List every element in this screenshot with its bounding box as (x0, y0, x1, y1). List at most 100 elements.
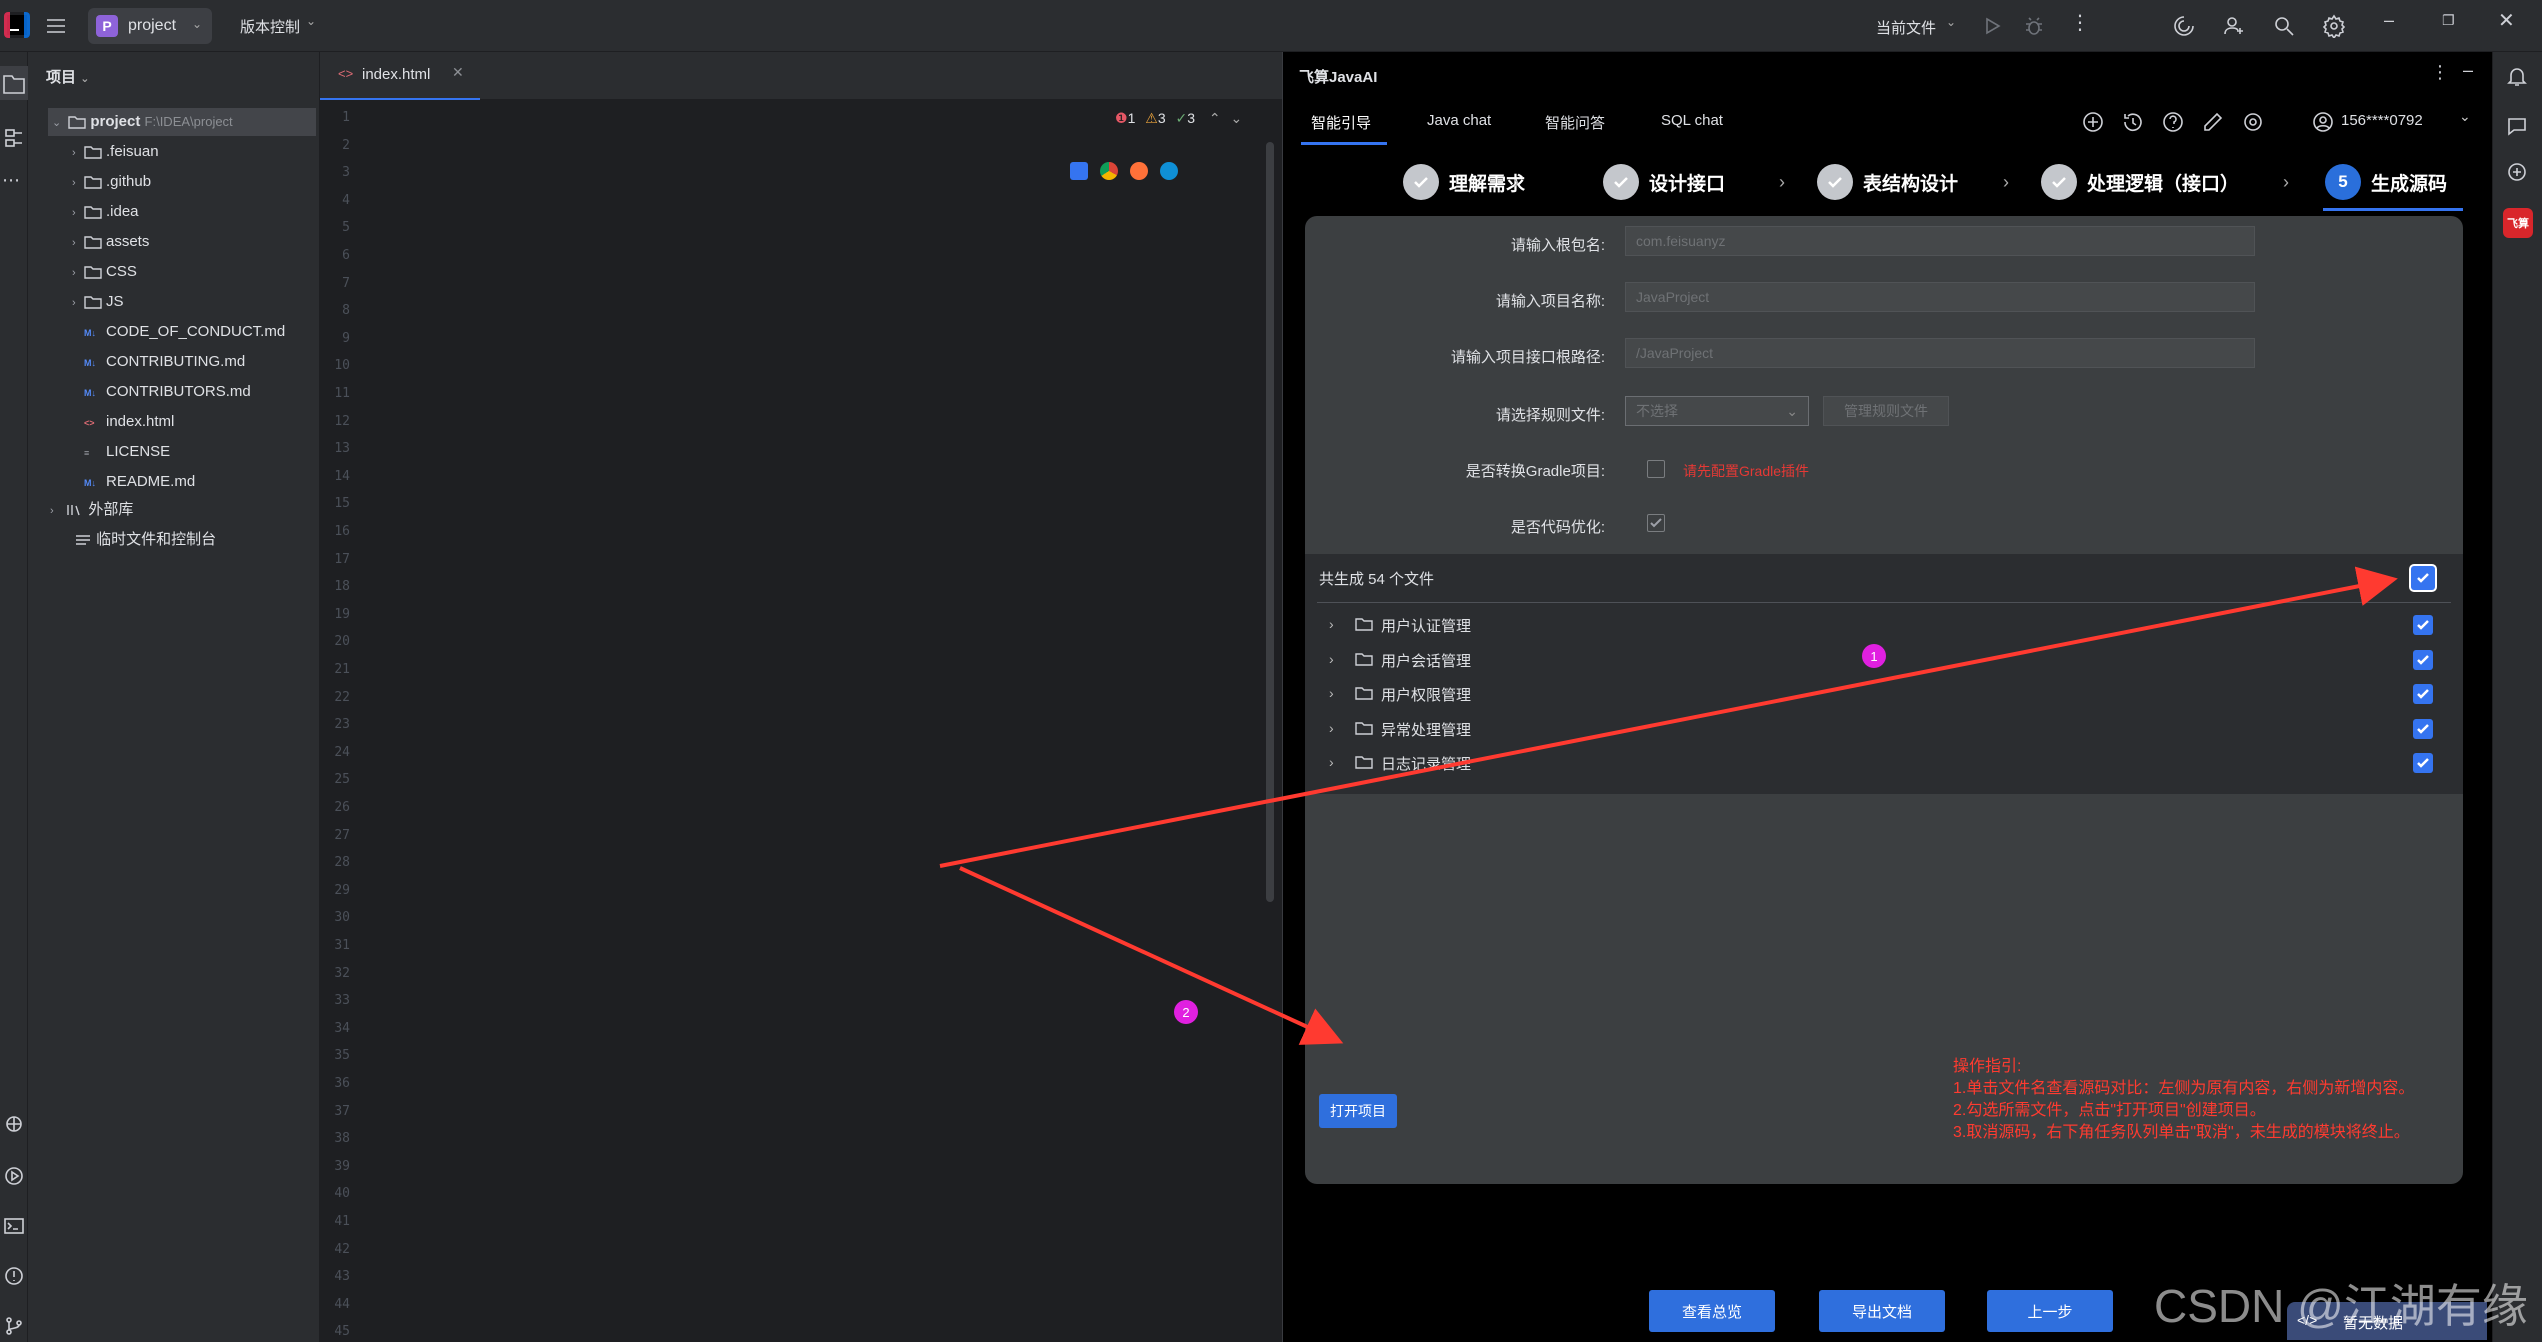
step-1[interactable]: 理解需求 (1403, 162, 1525, 202)
project-tool-icon[interactable] (0, 66, 28, 100)
edit-icon[interactable] (2201, 110, 2225, 134)
file-group-checkbox[interactable] (2413, 649, 2433, 670)
history-icon[interactable] (2121, 110, 2145, 134)
tab-close-icon[interactable]: ✕ (452, 64, 464, 81)
git-icon[interactable] (2, 1314, 26, 1338)
firefox-icon[interactable] (1130, 162, 1148, 180)
tab-sql-chat[interactable]: SQL chat (1661, 112, 1723, 129)
tree-item[interactable]: › .idea (72, 198, 139, 226)
next-highlight-icon[interactable]: ⌄ (1231, 110, 1243, 126)
new-chat-icon[interactable] (2081, 110, 2105, 134)
tree-item[interactable]: › JS (72, 288, 124, 316)
settings-gear-icon[interactable] (2322, 14, 2346, 38)
project-switcher[interactable]: P project ⌄ (88, 8, 212, 44)
tab-java-chat[interactable]: Java chat (1427, 112, 1491, 129)
api-path-input[interactable]: /JavaProject (1625, 338, 2255, 368)
optimize-checkbox[interactable] (1647, 514, 1665, 532)
tree-root[interactable]: ⌄ project F:\IDEA\project (48, 108, 316, 136)
file-group-label[interactable]: 日志记录管理 (1381, 753, 1471, 774)
services-icon[interactable] (2, 1112, 26, 1136)
file-group-row[interactable]: › 异常处理管理 (1305, 712, 2463, 746)
restore-icon[interactable]: ❐ (2442, 12, 2455, 29)
chevron-right-icon[interactable]: › (1329, 685, 1334, 701)
intellij-preview-icon[interactable] (1070, 162, 1088, 180)
minimize-icon[interactable]: – (2384, 10, 2394, 31)
tree-item[interactable]: M↓ CONTRIBUTING.md (72, 348, 245, 376)
overview-button[interactable]: 查看总览 (1649, 1290, 1775, 1332)
panel-options-icon[interactable]: ⋮ (2431, 62, 2449, 83)
file-group-checkbox[interactable] (2413, 615, 2433, 635)
tab-index-html[interactable]: <> index.html ✕ (320, 52, 480, 100)
tree-item[interactable]: › assets (72, 228, 149, 256)
notifications-icon[interactable] (2505, 64, 2529, 88)
tab-smart-qa[interactable]: 智能问答 (1545, 112, 1605, 133)
chevron-right-icon[interactable]: › (1329, 651, 1334, 667)
file-group-label[interactable]: 用户权限管理 (1381, 684, 1471, 705)
step-2[interactable]: 设计接口 (1603, 162, 1725, 202)
chevron-right-icon[interactable]: › (1329, 616, 1334, 632)
external-libraries[interactable]: › 外部库 (50, 496, 133, 524)
debug-icon[interactable] (2022, 14, 2046, 38)
hide-panel-icon[interactable]: – (2463, 60, 2473, 81)
step-3[interactable]: 表结构设计 (1817, 162, 1958, 202)
tree-item[interactable]: M↓ README.md (72, 468, 195, 496)
file-group-row[interactable]: › 用户认证管理 (1305, 608, 2463, 642)
ai-chat-icon[interactable] (2505, 114, 2529, 138)
manage-rule-button[interactable]: 管理规则文件 (1823, 396, 1949, 426)
run-icon[interactable] (1980, 14, 2004, 38)
file-group-label[interactable]: 用户会话管理 (1381, 650, 1471, 671)
terminal-icon[interactable] (2, 1214, 26, 1238)
tree-item[interactable]: ≡ LICENSE (72, 438, 170, 466)
tab-smart-guide[interactable]: 智能引导 (1311, 112, 1371, 133)
tree-item[interactable]: › CSS (72, 258, 137, 286)
run-config-selector[interactable]: 当前文件 ⌄ (1876, 8, 1966, 44)
file-group-checkbox[interactable] (2413, 753, 2433, 773)
step-4[interactable]: 处理逻辑（接口） (2041, 162, 2239, 202)
chevron-right-icon[interactable]: › (1329, 754, 1334, 770)
close-icon[interactable]: ✕ (2498, 8, 2515, 33)
main-menu-icon[interactable] (44, 14, 68, 38)
rule-file-select[interactable]: 不选择 ⌄ (1625, 396, 1809, 426)
gradle-checkbox[interactable] (1647, 460, 1665, 478)
ai-assistant-icon[interactable] (2172, 14, 2196, 38)
file-group-checkbox[interactable] (2413, 718, 2433, 739)
inspection-widget[interactable]: ❶1 ⚠3 ✓3 ⌃ ⌄ (1115, 110, 1242, 127)
chrome-icon[interactable] (1100, 162, 1118, 180)
select-all-checkbox[interactable] (2411, 566, 2435, 590)
file-group-label[interactable]: 异常处理管理 (1381, 719, 1471, 740)
prev-highlight-icon[interactable]: ⌃ (1209, 110, 1221, 126)
export-doc-button[interactable]: 导出文档 (1819, 1290, 1945, 1332)
scratches[interactable]: 临时文件和控制台 (74, 526, 216, 554)
file-group-checkbox[interactable] (2413, 684, 2433, 704)
help-icon[interactable] (2161, 110, 2185, 134)
tree-item[interactable]: <> index.html (72, 408, 174, 436)
run-tool-icon[interactable] (2, 1164, 26, 1188)
user-menu[interactable]: 156****0792 ⌄ (2311, 108, 2481, 136)
feisuan-plugin-icon[interactable]: 飞算 (2503, 208, 2533, 238)
file-group-label[interactable]: 用户认证管理 (1381, 615, 1471, 636)
structure-icon[interactable] (2, 126, 26, 150)
more-tools-icon[interactable]: ⋯ (2, 170, 20, 191)
more-actions-icon[interactable]: ⋮ (2070, 10, 2090, 35)
tree-item[interactable]: › .feisuan (72, 138, 159, 166)
edge-icon[interactable] (1160, 162, 1178, 180)
chevron-right-icon[interactable]: › (1329, 720, 1334, 736)
tree-item[interactable]: › .github (72, 168, 151, 196)
vcs-menu[interactable]: 版本控制 ⌄ (240, 8, 330, 44)
add-user-icon[interactable] (2222, 14, 2246, 38)
tree-item[interactable]: M↓ CODE_OF_CONDUCT.md (72, 318, 285, 346)
search-icon[interactable] (2272, 14, 2296, 38)
assistant-icon[interactable] (2505, 160, 2529, 184)
step-5[interactable]: 5 生成源码 (2325, 162, 2447, 202)
file-group-row[interactable]: › 日志记录管理 (1305, 746, 2463, 780)
problems-icon[interactable] (2, 1264, 26, 1288)
open-project-button[interactable]: 打开项目 (1319, 1094, 1397, 1128)
tree-item[interactable]: M↓ CONTRIBUTORS.md (72, 378, 251, 406)
intellij-logo-icon[interactable] (4, 12, 30, 38)
project-panel-title[interactable]: 项目 ⌄ (46, 66, 89, 87)
project-name-input[interactable]: JavaProject (1625, 282, 2255, 312)
editor-scrollbar[interactable] (1266, 142, 1274, 902)
settings-icon[interactable] (2241, 110, 2265, 134)
file-group-row[interactable]: › 用户权限管理 (1305, 677, 2463, 711)
package-input[interactable]: com.feisuanyz (1625, 226, 2255, 256)
